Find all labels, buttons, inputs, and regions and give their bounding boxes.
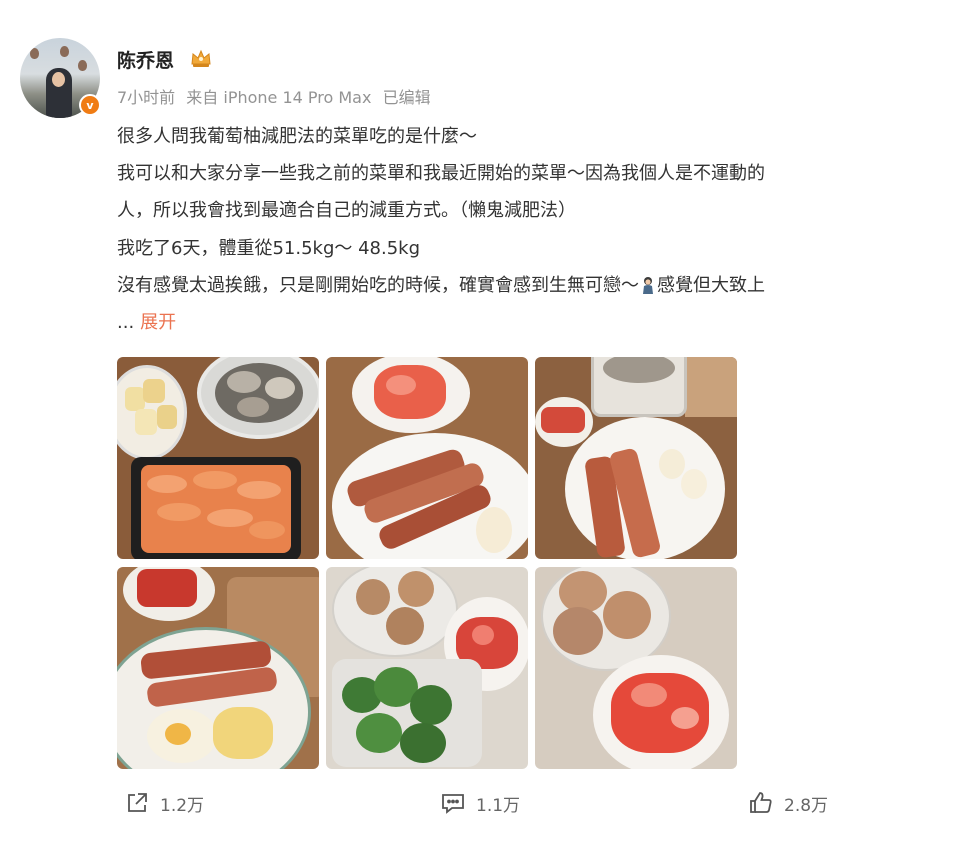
avatar-face bbox=[52, 72, 65, 87]
crown-icon bbox=[191, 49, 211, 67]
post-text-line-1: 很多人問我葡萄柚減肥法的菜單吃的是什麼～ bbox=[117, 126, 477, 147]
balloon-shape bbox=[60, 46, 69, 57]
person-emoji-icon bbox=[641, 276, 655, 294]
like-count: 2.8万 bbox=[784, 795, 829, 816]
photo-4[interactable] bbox=[117, 567, 319, 769]
photo-1[interactable] bbox=[117, 357, 319, 559]
post-text-line-5: 沒有感覺太過挨餓，只是剛開始吃的時候，確實會感到生無可戀～ 感覺但大致上 bbox=[117, 274, 952, 298]
photo-grid bbox=[117, 357, 737, 769]
photo-6[interactable] bbox=[535, 567, 737, 769]
photo-3[interactable] bbox=[535, 357, 737, 559]
share-button[interactable]: 1.2万 bbox=[124, 790, 204, 816]
comment-button[interactable]: 1.1万 bbox=[440, 790, 520, 816]
comment-count: 1.1万 bbox=[476, 795, 521, 816]
photo-2[interactable] bbox=[326, 357, 528, 559]
verified-badge: v bbox=[79, 94, 101, 116]
share-icon bbox=[128, 793, 147, 812]
post-edited[interactable]: 已编辑 bbox=[383, 88, 431, 107]
post-meta: 7小时前 来自 iPhone 14 Pro Max 已编辑 bbox=[117, 84, 437, 108]
balloon-shape bbox=[30, 48, 39, 59]
post-text-line-2: 我可以和大家分享一些我之前的菜單和我最近開始的菜單～因為我個人是不運動的 bbox=[117, 163, 765, 184]
like-button[interactable]: 2.8万 bbox=[748, 790, 828, 816]
action-bar: 1.2万 1.1万 2.8万 bbox=[0, 790, 970, 830]
share-count: 1.2万 bbox=[160, 795, 205, 816]
balloon-shape bbox=[78, 60, 87, 71]
post-text-line-5-b: 感覺但大致上 bbox=[657, 275, 765, 296]
post-text-line-6: ... 展开 bbox=[117, 311, 952, 335]
post-time: 7小时前 bbox=[117, 88, 176, 107]
post-text-line-5-a: 沒有感覺太過挨餓，只是剛開始吃的時候，確實會感到生無可戀～ bbox=[117, 275, 639, 296]
thumbs-up-icon bbox=[750, 792, 772, 813]
ellipsis: ... bbox=[117, 312, 135, 333]
photo-5[interactable] bbox=[326, 567, 528, 769]
comment-icon bbox=[442, 794, 464, 814]
author-name[interactable]: 陈乔恩 bbox=[117, 46, 174, 73]
post-text-line-4: 我吃了6天，體重從51.5kg～ 48.5kg bbox=[117, 238, 421, 259]
post-text-line-3: 人，所以我會找到最適合自己的減重方式。（懶鬼減肥法） bbox=[117, 200, 576, 221]
post-source: 来自 iPhone 14 Pro Max bbox=[186, 88, 372, 107]
expand-link[interactable]: 展开 bbox=[140, 312, 176, 333]
